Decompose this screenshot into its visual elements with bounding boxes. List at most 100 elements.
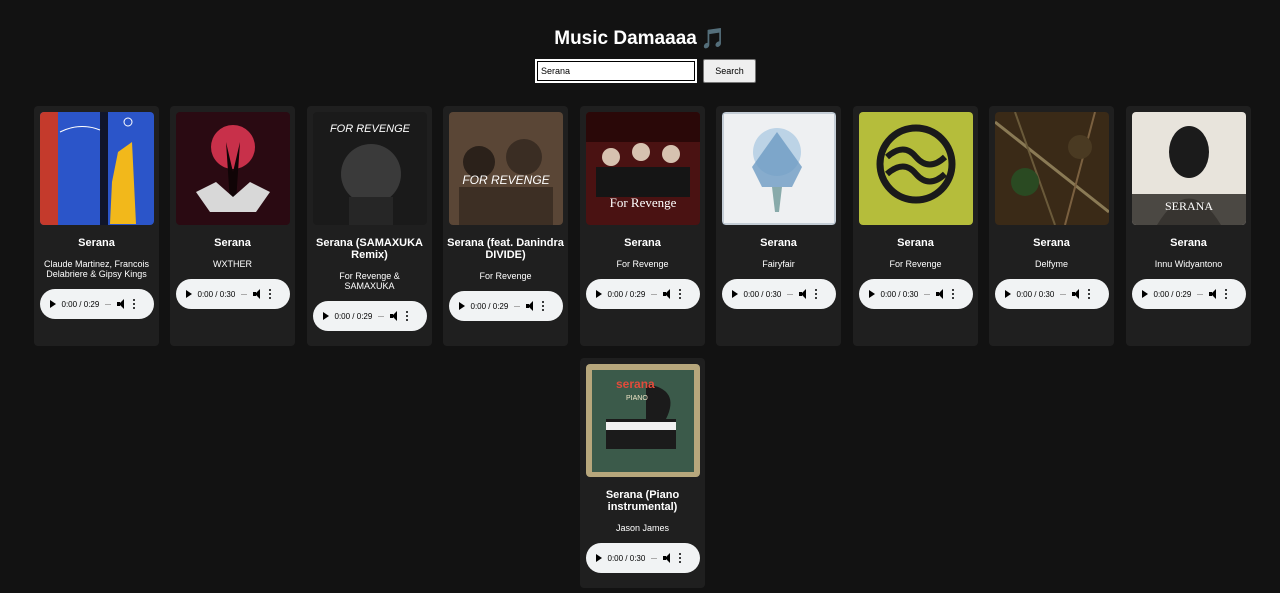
song-card: Serana Fairyfair 0:00 / 0:30	[716, 106, 841, 346]
audio-progress-bar[interactable]	[924, 293, 931, 295]
play-icon[interactable]	[731, 290, 738, 298]
audio-time: 0:00 / 0:30	[197, 289, 236, 299]
play-icon[interactable]	[595, 554, 602, 562]
audio-progress-bar[interactable]	[651, 557, 658, 559]
album-cover-piano: serana PIANO	[585, 364, 700, 477]
audio-player[interactable]: 0:00 / 0:29	[39, 289, 154, 319]
song-title: Serana	[214, 237, 251, 249]
more-options-icon[interactable]	[952, 289, 955, 299]
song-card: SERANA Serana Innu Widyantono 0:00 / 0:2…	[1126, 106, 1251, 346]
audio-time: 0:00 / 0:29	[1153, 289, 1192, 299]
audio-player[interactable]: 0:00 / 0:30	[858, 279, 973, 309]
song-card: Serana Claude Martinez, Francois Delabri…	[34, 106, 159, 346]
album-cover-for-revenge-remix: FOR REVENGE	[312, 112, 427, 225]
audio-time: 0:00 / 0:29	[470, 301, 509, 311]
audio-progress-bar[interactable]	[651, 293, 658, 295]
audio-time: 0:00 / 0:29	[334, 311, 373, 321]
volume-icon[interactable]	[1209, 289, 1219, 299]
more-options-icon[interactable]	[679, 553, 682, 563]
audio-time: 0:00 / 0:30	[1016, 289, 1055, 299]
more-options-icon[interactable]	[406, 311, 409, 321]
audio-player[interactable]: 0:00 / 0:30	[585, 543, 700, 573]
page-title-text: Music Damaaaa	[554, 27, 697, 49]
audio-player[interactable]: 0:00 / 0:29	[585, 279, 700, 309]
more-options-icon[interactable]	[269, 289, 272, 299]
song-card: Serana For Revenge 0:00 / 0:30	[853, 106, 978, 346]
album-cover-for-revenge-band: For Revenge	[585, 112, 700, 225]
play-icon[interactable]	[1141, 290, 1148, 298]
song-artist: Jason James	[615, 523, 670, 533]
volume-icon[interactable]	[253, 289, 263, 299]
audio-player[interactable]: 0:00 / 0:30	[175, 279, 290, 309]
album-cover-wxther	[175, 112, 290, 225]
cover-text: serana	[616, 377, 655, 391]
audio-player[interactable]: 0:00 / 0:29	[312, 301, 427, 331]
play-icon[interactable]	[49, 300, 56, 308]
volume-icon[interactable]	[117, 299, 127, 309]
audio-time: 0:00 / 0:29	[607, 289, 646, 299]
song-title: Serana	[78, 237, 115, 249]
cover-text: FOR REVENGE	[462, 173, 550, 187]
page-title: Music Damaaaa 🎵	[0, 26, 1280, 51]
song-title: Serana	[1033, 237, 1070, 249]
album-cover-for-revenge-feat: FOR REVENGE	[448, 112, 563, 225]
song-card: Serana WXTHER 0:00 / 0:30	[170, 106, 295, 346]
more-options-icon[interactable]	[133, 299, 136, 309]
song-title: Serana	[897, 237, 934, 249]
play-icon[interactable]	[1004, 290, 1011, 298]
more-options-icon[interactable]	[679, 289, 682, 299]
cover-text: SERANA	[1164, 199, 1212, 213]
song-card: FOR REVENGE Serana (SAMAXUKA Remix) For …	[307, 106, 432, 346]
song-title: Serana	[760, 237, 797, 249]
play-icon[interactable]	[868, 290, 875, 298]
search-input[interactable]	[535, 59, 697, 83]
more-options-icon[interactable]	[542, 301, 545, 311]
audio-player[interactable]: 0:00 / 0:30	[994, 279, 1109, 309]
play-icon[interactable]	[185, 290, 192, 298]
song-card: Serana Delfyme 0:00 / 0:30	[989, 106, 1114, 346]
audio-progress-bar[interactable]	[1197, 293, 1204, 295]
audio-progress-bar[interactable]	[787, 293, 794, 295]
song-artist: Innu Widyantono	[1154, 259, 1223, 269]
audio-time: 0:00 / 0:29	[61, 299, 100, 309]
volume-icon[interactable]	[526, 301, 536, 311]
play-icon[interactable]	[322, 312, 329, 320]
volume-icon[interactable]	[663, 553, 673, 563]
audio-progress-bar[interactable]	[378, 315, 385, 317]
song-artist: For Revenge	[616, 259, 669, 269]
play-icon[interactable]	[595, 290, 602, 298]
song-title: Serana (feat. Danindra DIVIDE)	[447, 237, 564, 261]
song-artist: Fairyfair	[762, 259, 795, 269]
song-title: Serana	[1170, 237, 1207, 249]
audio-progress-bar[interactable]	[514, 305, 521, 307]
volume-icon[interactable]	[663, 289, 673, 299]
cover-subtext: PIANO	[626, 395, 648, 402]
audio-progress-bar[interactable]	[1060, 293, 1067, 295]
volume-icon[interactable]	[1072, 289, 1082, 299]
audio-player[interactable]: 0:00 / 0:30	[721, 279, 836, 309]
album-cover-for-revenge-logo	[858, 112, 973, 225]
cover-text: FOR REVENGE	[329, 123, 410, 135]
song-card: For Revenge Serana For Revenge 0:00 / 0:…	[580, 106, 705, 346]
album-cover-fairyfair	[721, 112, 836, 225]
audio-time: 0:00 / 0:30	[607, 553, 646, 563]
audio-progress-bar[interactable]	[105, 303, 112, 305]
volume-icon[interactable]	[936, 289, 946, 299]
more-options-icon[interactable]	[1088, 289, 1091, 299]
more-options-icon[interactable]	[1225, 289, 1228, 299]
audio-time: 0:00 / 0:30	[743, 289, 782, 299]
song-artist: For Revenge	[889, 259, 942, 269]
volume-icon[interactable]	[799, 289, 809, 299]
search-bar: Search	[535, 59, 756, 83]
album-cover-delfyme	[994, 112, 1109, 225]
play-icon[interactable]	[458, 302, 465, 310]
more-options-icon[interactable]	[815, 289, 818, 299]
song-title: Serana (Piano instrumental)	[605, 489, 680, 513]
search-button[interactable]: Search	[703, 59, 756, 83]
song-artist: WXTHER	[213, 259, 252, 269]
audio-player[interactable]: 0:00 / 0:29	[1131, 279, 1246, 309]
volume-icon[interactable]	[390, 311, 400, 321]
audio-progress-bar[interactable]	[241, 293, 248, 295]
audio-player[interactable]: 0:00 / 0:29	[448, 291, 563, 321]
cover-text: For Revenge	[609, 195, 676, 210]
